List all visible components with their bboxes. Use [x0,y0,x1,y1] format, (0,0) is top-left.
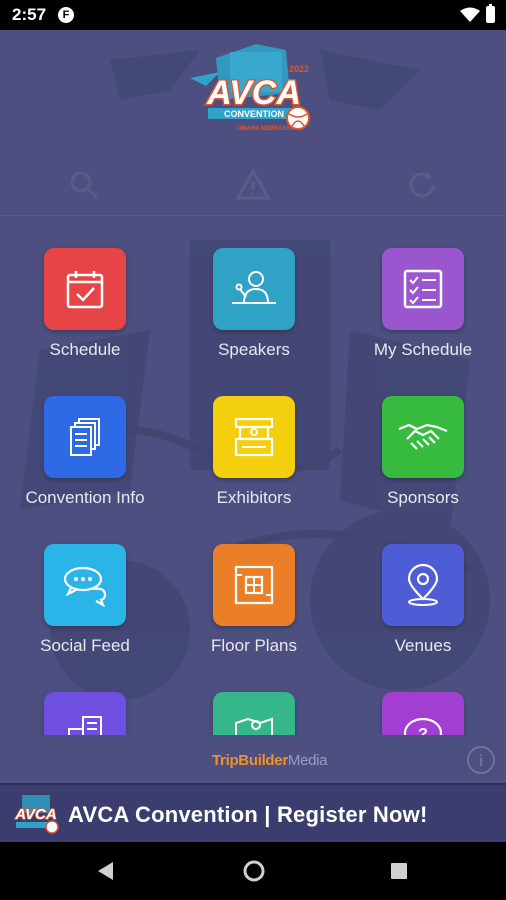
buildings-tile-icon[interactable] [44,692,126,735]
tile-label: Schedule [49,340,121,359]
chat-bubbles-icon [63,566,107,607]
register-banner[interactable]: AVCA AVCA Convention | Register Now! [0,783,506,842]
floor-plans-tile-icon[interactable] [213,544,295,626]
tile-label: Convention Info [25,488,145,507]
footer: TripBuilderMedia i [0,735,506,783]
svg-text:AVCA: AVCA [14,806,56,823]
toolbar [0,155,506,216]
refresh-icon[interactable] [404,167,440,203]
social-feed-tile-icon[interactable] [44,544,126,626]
menu-grid: Schedule Speakers My Schedule Convention… [0,215,506,735]
status-time: 2:57 [12,5,47,24]
checklist-icon [403,269,443,309]
buildings-icon [68,716,102,735]
app-content: AVCA 2022 CONVENTION OMAHA NEBRASKA Sche… [0,30,506,842]
tile-row4-buildings[interactable] [0,659,170,735]
booth-icon [234,417,274,457]
schedule-tile-icon[interactable] [44,248,126,330]
tripbuilder-brand[interactable]: TripBuilderMedia [212,752,328,769]
documents-icon [70,418,100,456]
banner-text: AVCA Convention | Register Now! [68,802,428,827]
tile-schedule[interactable]: Schedule [0,215,170,359]
sponsors-tile-icon[interactable] [382,396,464,478]
tile-label: Exhibitors [216,488,292,507]
tile-label: My Schedule [373,340,473,359]
speaker-podium-icon [232,271,276,304]
recents-icon[interactable] [390,862,408,880]
back-icon[interactable] [96,861,114,881]
convention-info-tile-icon[interactable] [44,396,126,478]
tile-label: Venues [394,636,452,655]
battery-icon [486,4,495,23]
calendar-check-icon [66,271,104,309]
speakers-tile-icon[interactable] [213,248,295,330]
map-tile-icon[interactable] [213,692,295,735]
tile-social-feed[interactable]: Social Feed [0,511,170,655]
search-icon[interactable] [66,167,102,203]
exhibitors-tile-icon[interactable] [213,396,295,478]
tile-row4-map[interactable] [169,659,339,735]
tile-label: Social Feed [40,636,130,655]
svg-text:CONVENTION: CONVENTION [224,109,284,119]
app-notification-icon: F [58,7,74,23]
tile-speakers[interactable]: Speakers [169,215,339,359]
avca-banner-logo: AVCA [14,795,59,834]
wifi-icon [460,7,480,22]
tile-convention-info[interactable]: Convention Info [0,363,170,507]
svg-text:?: ? [418,726,428,735]
tile-exhibitors[interactable]: Exhibitors [169,363,339,507]
handshake-icon [398,423,448,450]
tile-label: Floor Plans [211,636,297,655]
my-schedule-tile-icon[interactable] [382,248,464,330]
brand-trip-text: TripBuilder [212,752,288,769]
brand-media-text: Media [287,752,328,769]
map-icon [235,717,273,735]
info-icon[interactable]: i [467,746,495,774]
svg-text:AVCA: AVCA [206,74,301,112]
svg-text:2022: 2022 [289,64,309,74]
venues-tile-icon[interactable] [382,544,464,626]
alert-icon[interactable] [235,167,271,203]
help-tile-icon[interactable]: ? [382,692,464,735]
tile-my-schedule[interactable]: My Schedule [338,215,506,359]
status-bar: 2:57 F [0,0,506,30]
svg-text:OMAHA NEBRASKA: OMAHA NEBRASKA [237,126,296,132]
tile-venues[interactable]: Venues [338,511,506,655]
home-icon[interactable] [243,860,265,882]
tile-sponsors[interactable]: Sponsors [338,363,506,507]
floor-plan-icon [234,565,274,605]
tile-label: Speakers [218,340,290,359]
help-icon: ? [403,717,443,735]
system-nav-bar [0,842,506,900]
tile-label: Sponsors [387,488,459,507]
avca-logo: AVCA 2022 CONVENTION OMAHA NEBRASKA [190,44,310,132]
map-pin-icon [407,563,439,606]
tile-floor-plans[interactable]: Floor Plans [169,511,339,655]
tile-row4-help[interactable]: ? [338,659,506,735]
